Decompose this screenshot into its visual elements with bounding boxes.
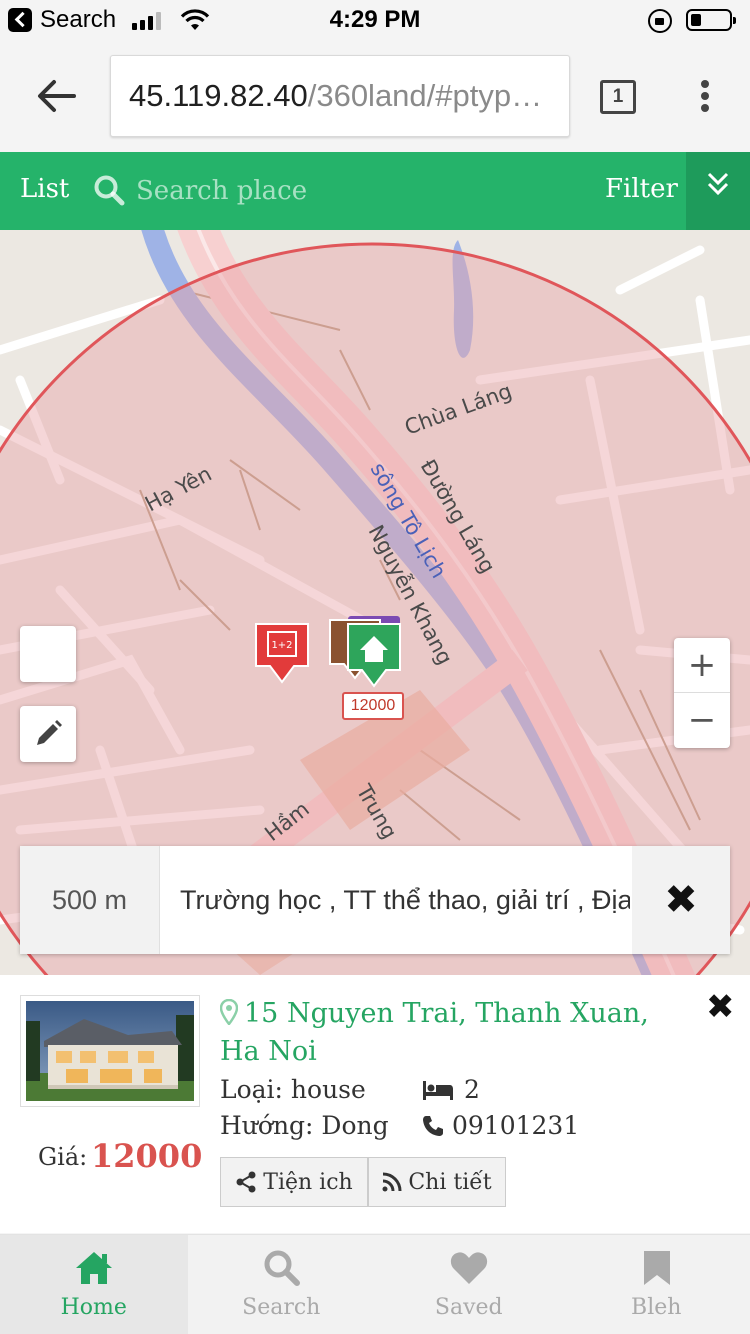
price-value: 12000: [91, 1137, 203, 1175]
bed-icon: [423, 1080, 453, 1100]
detail-button[interactable]: Chi tiết: [368, 1157, 506, 1207]
list-button[interactable]: List: [20, 174, 69, 204]
nav-bleh[interactable]: Bleh: [563, 1235, 750, 1334]
search-place-input[interactable]: [136, 170, 536, 212]
nav-home[interactable]: Home: [0, 1235, 188, 1334]
bookmark-icon: [643, 1251, 670, 1285]
rotation-lock-icon: [648, 9, 672, 33]
url-bar[interactable]: 45.119.82.40/360land/#ptyp…: [110, 55, 570, 137]
zoom-control: + −: [674, 638, 730, 748]
phone-icon: [423, 1115, 443, 1136]
radius-value[interactable]: 500 m: [20, 846, 160, 954]
property-direction: Hướng: Dong: [220, 1111, 389, 1140]
rss-icon: [382, 1172, 402, 1192]
map-view[interactable]: Chùa Láng Đường Láng Nguyễn Khang Hạ Yên…: [0, 230, 750, 975]
amenities-label: Tiện ich: [263, 1169, 353, 1195]
phone-number[interactable]: 09101231: [422, 1111, 579, 1140]
house-photo: [26, 1001, 194, 1101]
status-bar: Search 4:29 PM: [0, 0, 750, 40]
nav-saved[interactable]: Saved: [375, 1235, 563, 1334]
property-card: Giá: 12000 15 Nguyen Trai, Thanh Xuan, H…: [0, 975, 750, 1233]
poi-categories: Trường học , TT thể thao, giải trí , Địa: [180, 885, 630, 915]
property-type: Loại: house: [220, 1075, 366, 1104]
filter-expand-toggle[interactable]: [686, 152, 750, 230]
bedroom-count: 2: [422, 1075, 480, 1104]
nav-home-label: Home: [60, 1295, 127, 1320]
clear-radius-button[interactable]: ✖: [632, 846, 730, 954]
bottom-navigation: Home Search Saved Bleh: [0, 1234, 750, 1334]
pencil-icon: [37, 720, 62, 745]
close-card-button[interactable]: ✖: [706, 987, 735, 1027]
map-layer-control[interactable]: [20, 626, 76, 682]
search-icon: [94, 175, 125, 206]
bedroom-value: 2: [464, 1075, 480, 1104]
filter-button[interactable]: Filter: [605, 174, 678, 204]
share-icon: [236, 1171, 256, 1193]
map-pin-icon: [220, 999, 238, 1025]
amenities-button[interactable]: Tiện ich: [220, 1157, 368, 1207]
nav-bleh-label: Bleh: [631, 1295, 682, 1320]
draw-tool-button[interactable]: [20, 706, 76, 762]
nav-saved-label: Saved: [434, 1295, 503, 1320]
price-label: Giá:: [38, 1143, 88, 1171]
marker-price-tag[interactable]: 12000: [342, 692, 404, 720]
heart-icon: [450, 1252, 488, 1284]
browser-toolbar: 45.119.82.40/360land/#ptyp… 1: [0, 40, 750, 152]
detail-label: Chi tiết: [408, 1169, 492, 1195]
url-path: /360land/#ptyp…: [307, 78, 543, 113]
double-chevron-down-icon: [707, 172, 729, 196]
battery-icon: [686, 9, 736, 31]
zoom-out-button[interactable]: −: [674, 693, 730, 748]
zoom-in-button[interactable]: +: [674, 638, 730, 693]
nav-search[interactable]: Search: [188, 1235, 376, 1334]
address-text: 15 Nguyen Trai, Thanh Xuan, Ha Noi: [220, 998, 649, 1067]
more-menu-icon[interactable]: [690, 76, 720, 116]
nav-search-label: Search: [242, 1295, 321, 1320]
clock: 4:29 PM: [329, 6, 421, 33]
property-thumbnail[interactable]: [20, 995, 200, 1107]
phone-value: 09101231: [452, 1111, 580, 1140]
property-address[interactable]: 15 Nguyen Trai, Thanh Xuan, Ha Noi: [220, 995, 650, 1071]
back-arrow-icon[interactable]: [34, 76, 78, 116]
radius-info-bar: 500 m Trường học , TT thể thao, giải trí…: [20, 846, 730, 954]
url-host: 45.119.82.40: [129, 78, 308, 113]
home-icon: [76, 1252, 112, 1284]
tab-switcher-button[interactable]: 1: [600, 80, 636, 114]
app-header: List Filter: [0, 152, 750, 230]
search-icon: [264, 1250, 300, 1286]
svg-text:1+2: 1+2: [271, 640, 292, 651]
